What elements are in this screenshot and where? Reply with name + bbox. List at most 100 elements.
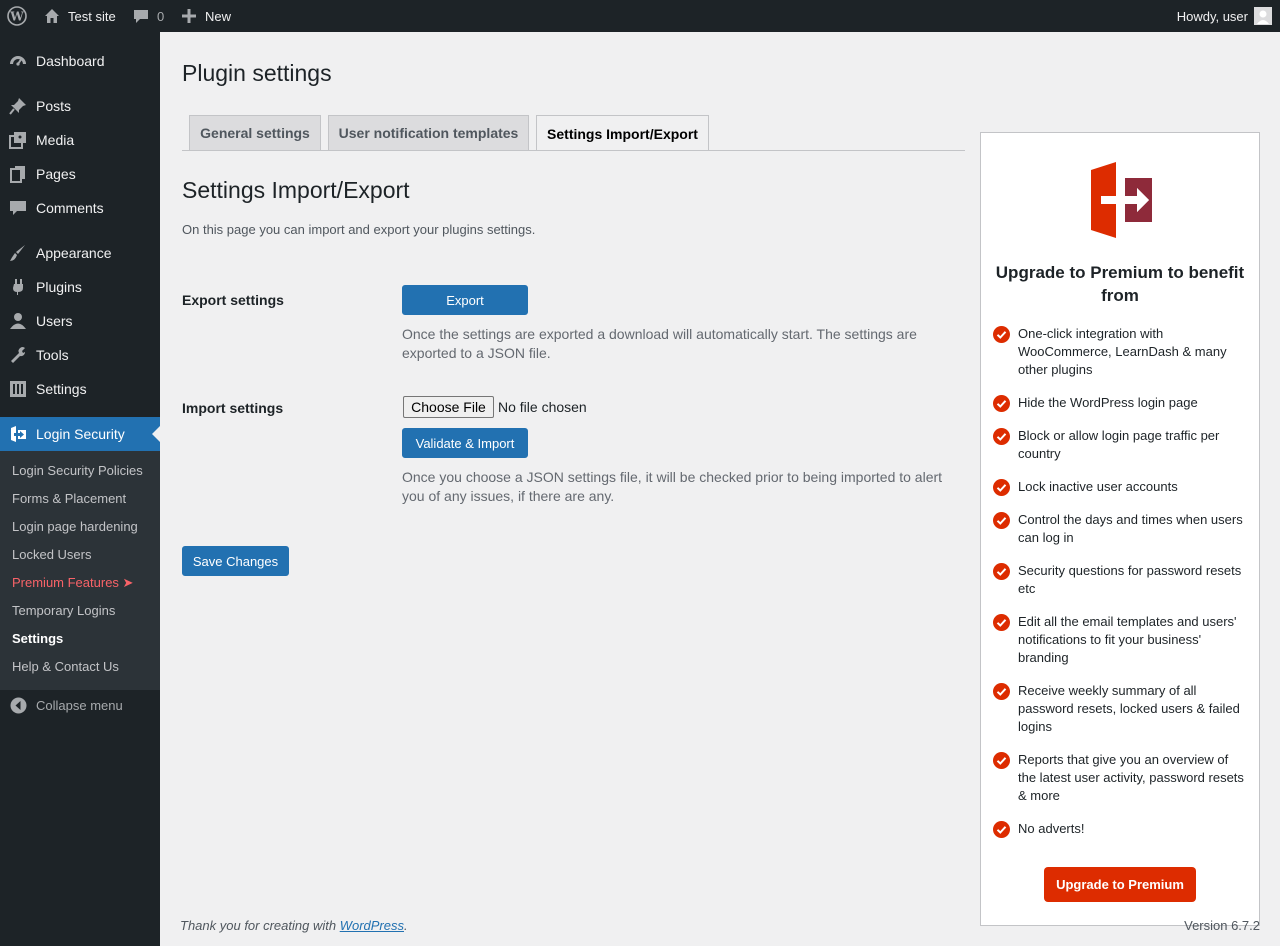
new-label: New [205,8,232,24]
admin-sidebar: Dashboard Posts Media Pages Comments App… [0,32,160,946]
checkmark-icon [993,752,1010,772]
wordpress-link[interactable]: WordPress [340,918,404,933]
feature-text: Lock inactive user accounts [1018,479,1178,494]
upgrade-to-premium-button[interactable]: Upgrade to Premium [1044,867,1196,902]
sidebar-item-label: Tools [36,347,69,363]
submenu-item-locked-users[interactable]: Locked Users [12,545,91,565]
feature-text: Hide the WordPress login page [1018,395,1198,410]
wordpress-logo-icon[interactable]: W [7,0,27,32]
sidebar-item-plugins[interactable]: Plugins [0,270,160,304]
new-content-link[interactable]: New [182,0,231,32]
feature-text: Control the days and times when users ca… [1018,512,1243,545]
sidebar-item-label: Appearance [36,245,112,261]
export-settings-label: Export settings [182,292,284,308]
premium-upsell-panel: Upgrade to Premium to benefit from One-c… [980,132,1260,926]
sidebar-item-label: Pages [36,166,76,182]
checkmark-icon [993,479,1010,499]
feature-text: Reports that give you an overview of the… [1018,752,1244,803]
current-menu-arrow [152,426,160,442]
submenu-item-settings[interactable]: Settings [12,629,63,649]
footer-credit: Thank you for creating with WordPress. [180,918,408,933]
greeting: Howdy, user [1176,8,1248,24]
section-title: Settings Import/Export [182,177,410,203]
feature-text: No adverts! [1018,821,1085,836]
checkmark-icon [993,326,1010,346]
checkmark-icon [993,683,1010,703]
home-icon [44,8,60,24]
comment-icon [0,199,36,217]
checkmark-icon [993,395,1010,415]
media-icon [0,131,36,149]
submenu: Login Security Policies Forms & Placemen… [0,451,160,690]
comments-count: 0 [157,8,165,24]
choose-file-button[interactable]: Choose File [403,396,494,418]
export-button[interactable]: Export [402,285,528,315]
site-name-link[interactable]: Test site [44,0,116,32]
version-label: Version 6.7.2 [1184,918,1260,933]
login-security-icon [0,425,36,443]
sidebar-item-label: Comments [36,200,104,216]
collapse-menu-button[interactable]: Collapse menu [0,695,123,715]
submenu-item-login-security-policies[interactable]: Login Security Policies [12,461,143,481]
sidebar-item-label: Dashboard [36,53,105,69]
tab-user-notification-templates[interactable]: User notification templates [328,115,529,150]
my-account-link[interactable]: Howdy, user [1177,0,1272,32]
submenu-item-login-page-hardening[interactable]: Login page hardening [12,517,138,537]
avatar [1254,7,1272,25]
import-help-text: Once you choose a JSON settings file, it… [402,469,943,504]
sidebar-item-label: Plugins [36,279,82,295]
sidebar-item-appearance[interactable]: Appearance [0,236,160,270]
import-settings-label: Import settings [182,400,284,416]
comments-link[interactable]: 0 [133,0,164,32]
collapse-arrow-icon [0,697,36,714]
promo-heading: Upgrade to Premium to benefit from [995,263,1245,305]
footer-text: Thank you for creating with [180,918,340,933]
export-help-text: Once the settings are exported a downloa… [402,326,917,361]
feature-text: Receive weekly summary of all password r… [1018,683,1240,734]
site-name: Test site [68,8,116,24]
sidebar-item-tools[interactable]: Tools [0,338,160,372]
feature-text: Security questions for password resets e… [1018,563,1242,596]
plugin-icon [0,278,36,296]
checkmark-icon [993,821,1010,841]
submenu-item-premium-features[interactable]: Premium Features ➤ [12,573,133,593]
feature-text: Edit all the email templates and users' … [1018,614,1237,665]
validate-import-button[interactable]: Validate & Import [402,428,528,458]
admin-bar: W Test site 0 New Howdy, user [0,0,1280,32]
pin-icon [0,97,36,115]
sidebar-item-users[interactable]: Users [0,304,160,338]
collapse-label: Collapse menu [36,697,123,713]
wrench-icon [0,346,36,364]
submenu-item-temporary-logins[interactable]: Temporary Logins [12,601,115,621]
dashboard-icon [0,52,36,70]
sidebar-item-comments[interactable]: Comments [0,191,160,225]
tabs-divider [182,150,965,151]
footer-text-end: . [404,918,408,933]
comment-bubble-icon [133,8,149,24]
tab-general-settings[interactable]: General settings [189,115,321,150]
feature-text: One-click integration with WooCommerce, … [1018,326,1227,377]
section-description: On this page you can import and export y… [182,222,536,237]
svg-text:W: W [9,10,24,24]
pages-icon [0,165,36,183]
checkmark-icon [993,614,1010,634]
sidebar-item-label: Login Security [36,426,125,442]
submenu-item-help-contact[interactable]: Help & Contact Us [12,657,119,677]
tab-settings-import-export[interactable]: Settings Import/Export [536,115,709,151]
sidebar-item-pages[interactable]: Pages [0,157,160,191]
sidebar-item-login-security[interactable]: Login Security [0,417,160,451]
save-changes-button[interactable]: Save Changes [182,546,289,576]
sidebar-item-label: Media [36,132,75,148]
feature-text: Block or allow login page traffic per co… [1018,428,1220,461]
file-status: No file chosen [498,399,587,415]
sidebar-item-media[interactable]: Media [0,123,160,157]
sidebar-item-dashboard[interactable]: Dashboard [0,44,160,78]
sidebar-item-label: Settings [36,381,87,397]
sidebar-item-posts[interactable]: Posts [0,89,160,123]
user-icon [0,312,36,330]
plus-icon [182,9,196,23]
sidebar-item-settings[interactable]: Settings [0,372,160,406]
submenu-item-forms-placement[interactable]: Forms & Placement [12,489,126,509]
checkmark-icon [993,428,1010,448]
page-title: Plugin settings [182,60,332,86]
